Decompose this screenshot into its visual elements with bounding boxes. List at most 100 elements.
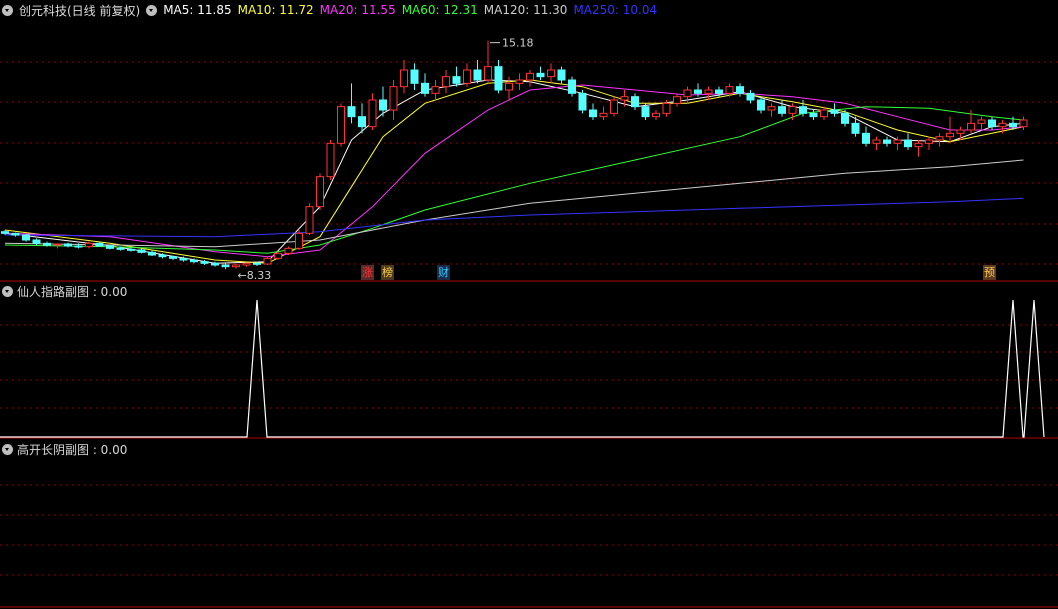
- candle-body: [337, 106, 345, 144]
- candle-body: [389, 86, 398, 111]
- candle-body: [64, 243, 72, 247]
- candle-body: [116, 247, 125, 250]
- candle-body: [788, 106, 797, 114]
- candle-body: [400, 69, 408, 88]
- candle-body: [494, 66, 503, 91]
- candle-body: [620, 96, 629, 101]
- event-marker[interactable]: 财: [437, 265, 450, 280]
- candle-body: [148, 251, 156, 256]
- candle-body: [274, 252, 282, 259]
- candle-body: [505, 82, 513, 91]
- candle-body: [578, 92, 587, 111]
- stock-title: 创元科技(日线 前复权): [19, 3, 141, 18]
- candle-body: [988, 119, 996, 128]
- candle-body: [410, 69, 419, 84]
- dropdown-icon[interactable]: [2, 4, 13, 16]
- candle-body: [484, 66, 492, 81]
- candle-body: [137, 249, 146, 253]
- candle-body: [736, 86, 744, 94]
- settings-dot-icon[interactable]: [146, 4, 158, 16]
- candle-body: [379, 99, 387, 111]
- ma-line-ma20: [4, 84, 1024, 258]
- candle-body: [778, 106, 786, 114]
- candle-body: [883, 139, 891, 144]
- candle-body: [956, 129, 965, 134]
- ma-legend-item: MA5: 11.85: [163, 3, 232, 17]
- candle-body: [725, 86, 734, 94]
- candle-body: [757, 99, 765, 111]
- candle-body: [799, 106, 807, 114]
- subchart1-title: 仙人指路副图 : 0.00: [2, 283, 127, 300]
- candle-body: [421, 82, 429, 94]
- candle-body: [95, 242, 104, 247]
- candle-body: [904, 139, 912, 148]
- candle-body: [851, 122, 860, 134]
- candle-body: [85, 242, 93, 248]
- candle-body: [515, 79, 524, 84]
- subchart1-title-text: 仙人指路副图 : 0.00: [17, 285, 128, 299]
- candle-body: [158, 254, 167, 258]
- candle-body: [641, 106, 650, 118]
- ma-line-ma60: [4, 106, 1024, 254]
- candle-body: [1, 231, 9, 234]
- candle-body: [547, 69, 555, 78]
- candle-body: [694, 89, 702, 94]
- candle-body: [326, 142, 335, 178]
- candle-body: [242, 262, 251, 266]
- candle-body: [127, 248, 135, 251]
- candle-body: [568, 79, 576, 94]
- ma-values: MA5: 11.85 MA10: 11.72 MA20: 11.55 MA60: 12…: [163, 3, 663, 17]
- ma-line-ma250: [4, 197, 1024, 238]
- candle-body: [862, 132, 870, 144]
- candle-body: [536, 72, 545, 78]
- ma-legend-item: MA20: 11.55: [319, 3, 396, 17]
- event-marker[interactable]: 榜: [381, 265, 394, 280]
- candle-body: [830, 109, 839, 114]
- candle-body: [463, 69, 471, 84]
- subchart1-dropdown-icon[interactable]: [2, 286, 13, 297]
- candle-body: [53, 243, 62, 246]
- candle-body: [1009, 122, 1017, 128]
- candle-body: [767, 106, 776, 111]
- candle-body: [211, 262, 219, 266]
- candle-body: [179, 257, 188, 261]
- xianren-signal-line: [0, 299, 1045, 438]
- candle-body: [820, 109, 828, 118]
- candle-body: [704, 89, 713, 94]
- candle-body: [893, 139, 902, 144]
- event-marker[interactable]: 涨: [361, 265, 374, 280]
- candle-body: [998, 122, 1007, 128]
- candle-body: [683, 89, 692, 98]
- candle-body: [316, 176, 324, 208]
- candle-body: [673, 96, 681, 104]
- candle-body: [190, 259, 198, 263]
- candle-body: [263, 257, 272, 265]
- candle-body: [347, 106, 356, 118]
- candle-body: [473, 69, 482, 81]
- ma-legend-item: MA120: 11.30: [483, 3, 568, 17]
- high-price-label: 15.18: [502, 37, 534, 50]
- candle-body: [631, 96, 639, 108]
- candle-body: [221, 264, 230, 268]
- candle-body: [232, 264, 240, 268]
- candle-body: [715, 89, 723, 94]
- candle-body: [589, 109, 597, 118]
- candle-body: [1019, 119, 1028, 128]
- candle-body: [11, 232, 20, 236]
- low-price-label: ←8.33: [238, 269, 272, 282]
- subchart2-dropdown-icon[interactable]: [2, 444, 13, 455]
- candle-body: [368, 99, 377, 128]
- ma-legend-item: MA250: 10.04: [573, 3, 658, 17]
- candle-body: [169, 256, 177, 259]
- candle-body: [442, 76, 450, 88]
- ma-legend-item: MA10: 11.72: [237, 3, 314, 17]
- ma-line-ma120: [4, 159, 1024, 248]
- kline-chart-canvas[interactable]: 15.18 ←8.33: [0, 0, 1058, 609]
- candle-body: [358, 116, 366, 128]
- candle-body: [253, 262, 261, 265]
- event-marker[interactable]: 预: [983, 265, 996, 280]
- candle-body: [74, 245, 83, 248]
- candle-body: [32, 239, 41, 244]
- candle-body: [935, 136, 944, 141]
- candle-body: [557, 69, 566, 81]
